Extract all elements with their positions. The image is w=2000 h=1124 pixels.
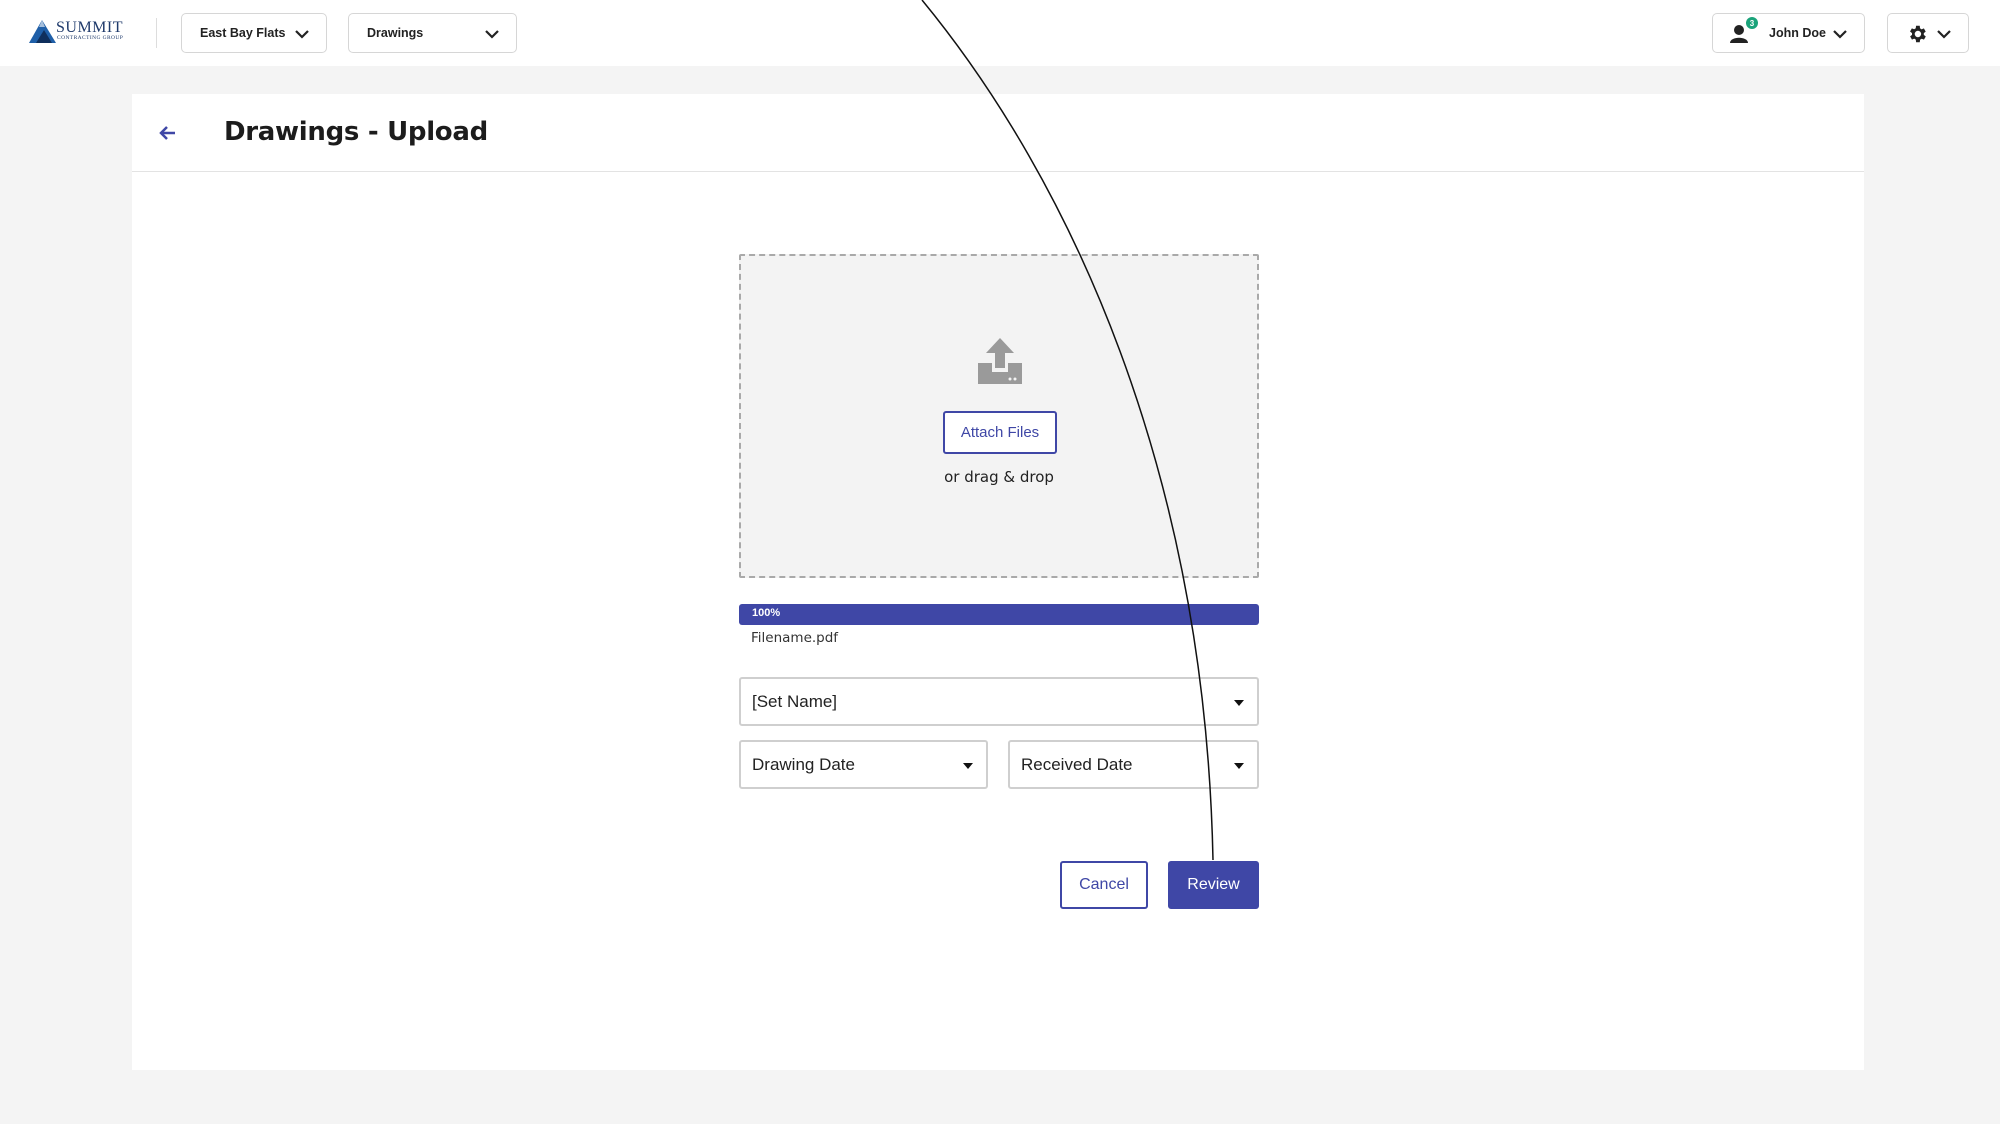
project-selector[interactable]: East Bay Flats bbox=[181, 13, 327, 53]
received-date-select[interactable]: Received Date bbox=[1008, 740, 1259, 789]
page-title: Drawings - Upload bbox=[224, 117, 488, 147]
caret-down-icon bbox=[1234, 700, 1244, 706]
chevron-down-icon bbox=[295, 30, 309, 39]
panel-header: Drawings - Upload bbox=[132, 94, 1864, 172]
settings-menu[interactable] bbox=[1887, 13, 1969, 53]
upload-progress-label: 100% bbox=[752, 607, 781, 619]
cancel-button[interactable]: Cancel bbox=[1060, 861, 1148, 909]
gear-icon bbox=[1910, 25, 1926, 43]
drawing-date-value: Drawing Date bbox=[752, 755, 855, 774]
chevron-down-icon bbox=[1937, 30, 1951, 39]
upload-icon bbox=[978, 338, 1022, 384]
module-selector-label: Drawings bbox=[367, 26, 424, 40]
user-menu[interactable]: 3 John Doe bbox=[1712, 13, 1865, 53]
module-selector[interactable]: Drawings bbox=[348, 13, 517, 53]
project-selector-label: East Bay Flats bbox=[200, 26, 286, 40]
upload-panel: Drawings - Upload Attach Files or drag &… bbox=[132, 94, 1864, 1070]
mountain-logo-icon bbox=[29, 20, 56, 43]
uploaded-file-name: Filename.pdf bbox=[751, 630, 839, 646]
review-button[interactable]: Review bbox=[1168, 861, 1259, 909]
set-name-value: [Set Name] bbox=[752, 692, 838, 711]
notification-badge: 3 bbox=[1746, 17, 1758, 29]
header-divider bbox=[156, 18, 157, 48]
caret-down-icon bbox=[1234, 763, 1244, 769]
chevron-down-icon bbox=[1833, 30, 1847, 39]
company-logo[interactable]: SUMMIT CONTRACTING GROUP bbox=[28, 18, 126, 46]
caret-down-icon bbox=[963, 763, 973, 769]
file-drop-zone[interactable]: Attach Files or drag & drop bbox=[739, 254, 1259, 578]
drag-drop-hint: or drag & drop bbox=[944, 468, 1054, 486]
upload-progress-fill bbox=[739, 604, 1259, 625]
attach-files-button[interactable]: Attach Files bbox=[943, 411, 1057, 454]
arrow-left-icon[interactable] bbox=[158, 123, 178, 143]
set-name-select[interactable]: [Set Name] bbox=[739, 677, 1259, 726]
received-date-value: Received Date bbox=[1021, 755, 1133, 774]
drawing-date-select[interactable]: Drawing Date bbox=[739, 740, 988, 789]
chevron-down-icon bbox=[485, 30, 499, 39]
top-bar: SUMMIT CONTRACTING GROUP East Bay Flats … bbox=[0, 0, 2000, 66]
upload-progress-bar: 100% bbox=[739, 604, 1259, 625]
brand-tagline: CONTRACTING GROUP bbox=[57, 35, 124, 41]
user-name: John Doe bbox=[1769, 26, 1826, 40]
